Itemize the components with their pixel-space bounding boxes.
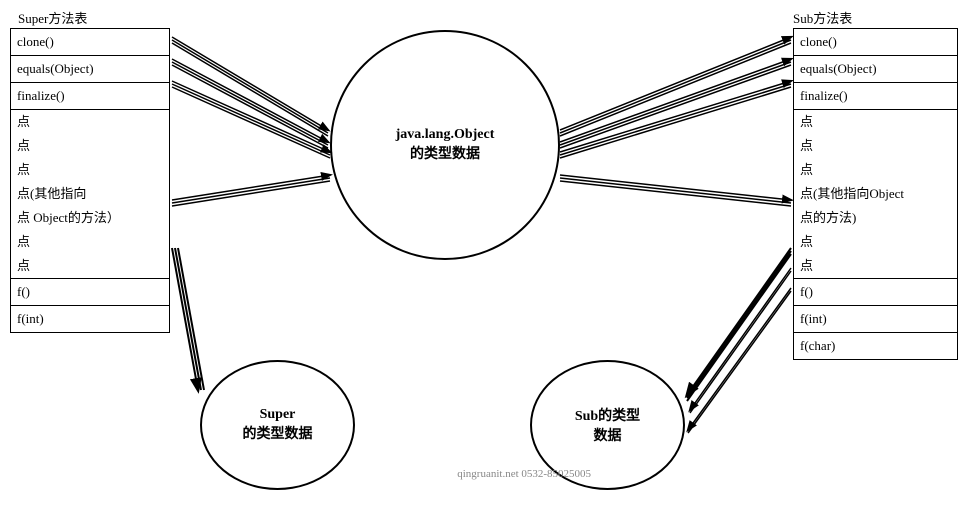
- sub-row-dot6: 点: [794, 230, 958, 254]
- sub-f-arrow: [687, 248, 791, 401]
- obj-sub-dots-arrow: [560, 175, 791, 206]
- super-row-clone: clone(): [11, 29, 170, 56]
- sub-row-dot4: 点(其他指向Object: [794, 182, 958, 206]
- super-row-dot4: 点(其他指向: [11, 182, 170, 206]
- super-row-dot1: 点: [11, 110, 170, 135]
- super-row-dot2: 点: [11, 134, 170, 158]
- super-clone-arrow: [172, 37, 328, 136]
- obj-sub-finalize-arrow: [560, 81, 791, 158]
- super-row-dot5: 点 Object的方法）: [11, 206, 170, 230]
- super-row-equals: equals(Object): [11, 56, 170, 83]
- super-row-dot7: 点: [11, 254, 170, 279]
- sub-method-table: clone() equals(Object) finalize() 点 点 点 …: [793, 28, 958, 360]
- sub-row-f: f(): [794, 279, 958, 306]
- object-circle-label: java.lang.Object 的类型数据: [396, 127, 495, 163]
- sub-row-dot5: 点的方法): [794, 206, 958, 230]
- sub-row-equals: equals(Object): [794, 56, 958, 83]
- super-row-dot6: 点: [11, 230, 170, 254]
- main-container: Super方法表 Sub方法表 clone() equals(Object) f…: [0, 0, 968, 515]
- sub-row-dot2: 点: [794, 134, 958, 158]
- obj-sub-equals-arrow: [560, 59, 791, 148]
- super-row-dot3: 点: [11, 158, 170, 182]
- super-row-fint: f(int): [11, 306, 170, 333]
- sub-row-fchar: f(char): [794, 333, 958, 360]
- super-circle: Super 的类型数据: [200, 360, 355, 490]
- watermark: qingruanit.net 0532-85025005: [457, 468, 591, 480]
- object-circle: java.lang.Object 的类型数据: [330, 30, 560, 260]
- super-dots-arrow: [172, 175, 330, 206]
- obj-sub-clone-arrow: [560, 37, 791, 136]
- super-circle-label: Super 的类型数据: [243, 407, 313, 443]
- super-f-arrow: [172, 248, 204, 390]
- super-equals-arrow: [172, 59, 328, 148]
- super-row-f: f(): [11, 279, 170, 306]
- sub-row-finalize: finalize(): [794, 83, 958, 110]
- sub-fint-arrow: [690, 268, 791, 413]
- sub-fchar-arrow: [688, 288, 791, 433]
- super-finalize-arrow: [172, 81, 330, 158]
- sub-row-dot3: 点: [794, 158, 958, 182]
- super-method-table: clone() equals(Object) finalize() 点 点 点 …: [10, 28, 170, 333]
- super-table-title: Super方法表: [18, 8, 87, 27]
- sub-circle-label: Sub的类型 数据: [575, 405, 640, 445]
- sub-row-dot7: 点: [794, 254, 958, 279]
- sub-table-title: Sub方法表: [793, 8, 852, 27]
- sub-row-fint: f(int): [794, 306, 958, 333]
- sub-row-clone: clone(): [794, 29, 958, 56]
- super-row-finalize: finalize(): [11, 83, 170, 110]
- sub-row-dot1: 点: [794, 110, 958, 135]
